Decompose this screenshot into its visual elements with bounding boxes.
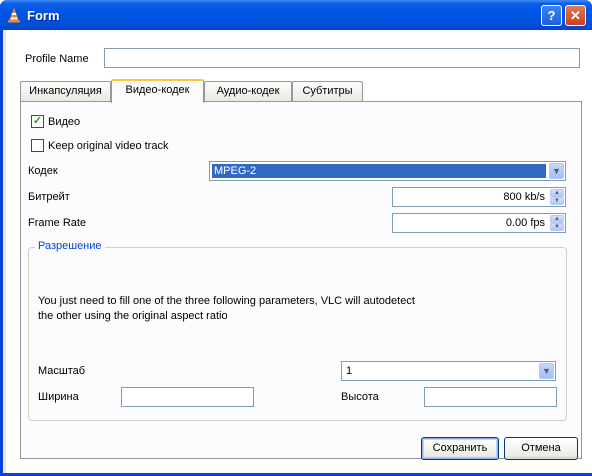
spin-up-icon[interactable]: ▲ bbox=[550, 215, 564, 223]
width-input[interactable] bbox=[121, 387, 254, 407]
spin-up-icon[interactable]: ▲ bbox=[550, 189, 564, 197]
save-button-label: Сохранить bbox=[432, 442, 488, 454]
vlc-cone-icon bbox=[8, 8, 20, 23]
tab-video-codec[interactable]: Видео-кодек bbox=[111, 79, 204, 103]
tab-label: Субтитры bbox=[302, 85, 353, 97]
scale-label: Масштаб bbox=[38, 365, 86, 377]
window-title: Form bbox=[27, 8, 60, 23]
tab-label: Аудио-кодек bbox=[216, 85, 280, 97]
resolution-hint-line1: You just need to fill one of the three f… bbox=[38, 295, 415, 307]
close-button[interactable]: ✕ bbox=[565, 5, 586, 26]
keep-original-checkbox[interactable] bbox=[31, 139, 44, 152]
tab-encapsulation[interactable]: Инкапсуляция bbox=[20, 81, 111, 101]
height-input[interactable] bbox=[424, 387, 557, 407]
video-checkbox[interactable]: ✓ bbox=[31, 115, 44, 128]
profile-name-label: Profile Name bbox=[25, 53, 89, 65]
help-icon: ? bbox=[547, 8, 556, 23]
resolution-group-title: Разрешение bbox=[35, 240, 105, 252]
chevron-down-icon[interactable]: ▼ bbox=[539, 363, 554, 379]
resolution-hint-line2: the other using the original aspect rati… bbox=[38, 310, 228, 322]
tab-label: Видео-кодек bbox=[125, 84, 190, 96]
framerate-value: 0.00 fps bbox=[505, 217, 545, 229]
cancel-button-label: Отмена bbox=[521, 442, 561, 454]
chevron-down-icon[interactable]: ▼ bbox=[549, 163, 564, 179]
help-button[interactable]: ? bbox=[541, 5, 562, 26]
scale-select[interactable]: 1 ▼ bbox=[341, 361, 556, 381]
save-button[interactable]: Сохранить bbox=[421, 437, 499, 460]
title-bar[interactable]: Form ? ✕ bbox=[0, 0, 592, 30]
dialog-client: Profile Name Инкапсуляция Видео-кодек Ау… bbox=[6, 30, 592, 473]
bitrate-spinbox[interactable]: 800 kb/s ▲ ▼ bbox=[392, 187, 566, 207]
bitrate-value: 800 kb/s bbox=[503, 191, 545, 203]
codec-label: Кодек bbox=[28, 165, 58, 177]
video-label: Видео bbox=[48, 116, 81, 128]
scale-value: 1 bbox=[346, 365, 353, 377]
tab-label: Инкапсуляция bbox=[29, 85, 102, 97]
spin-down-icon[interactable]: ▼ bbox=[550, 197, 564, 205]
cancel-button[interactable]: Отмена bbox=[504, 437, 578, 460]
bitrate-label: Битрейт bbox=[28, 191, 70, 203]
framerate-spinbox[interactable]: 0.00 fps ▲ ▼ bbox=[392, 213, 566, 233]
tab-subtitles[interactable]: Субтитры bbox=[292, 81, 363, 101]
keep-original-label: Keep original video track bbox=[48, 140, 169, 152]
checkmark-icon: ✓ bbox=[32, 115, 43, 127]
framerate-label: Frame Rate bbox=[28, 217, 87, 229]
tab-audio-codec[interactable]: Аудио-кодек bbox=[204, 81, 292, 101]
codec-value: MPEG-2 bbox=[212, 164, 546, 178]
spin-down-icon[interactable]: ▼ bbox=[550, 223, 564, 231]
close-icon: ✕ bbox=[570, 8, 581, 23]
height-label: Высота bbox=[341, 391, 379, 403]
profile-name-input[interactable] bbox=[104, 48, 580, 68]
codec-select[interactable]: MPEG-2 ▼ bbox=[209, 161, 566, 181]
width-label: Ширина bbox=[38, 391, 79, 403]
form-window: Form ? ✕ Profile Name Инкапсуляция Видео… bbox=[0, 0, 592, 476]
